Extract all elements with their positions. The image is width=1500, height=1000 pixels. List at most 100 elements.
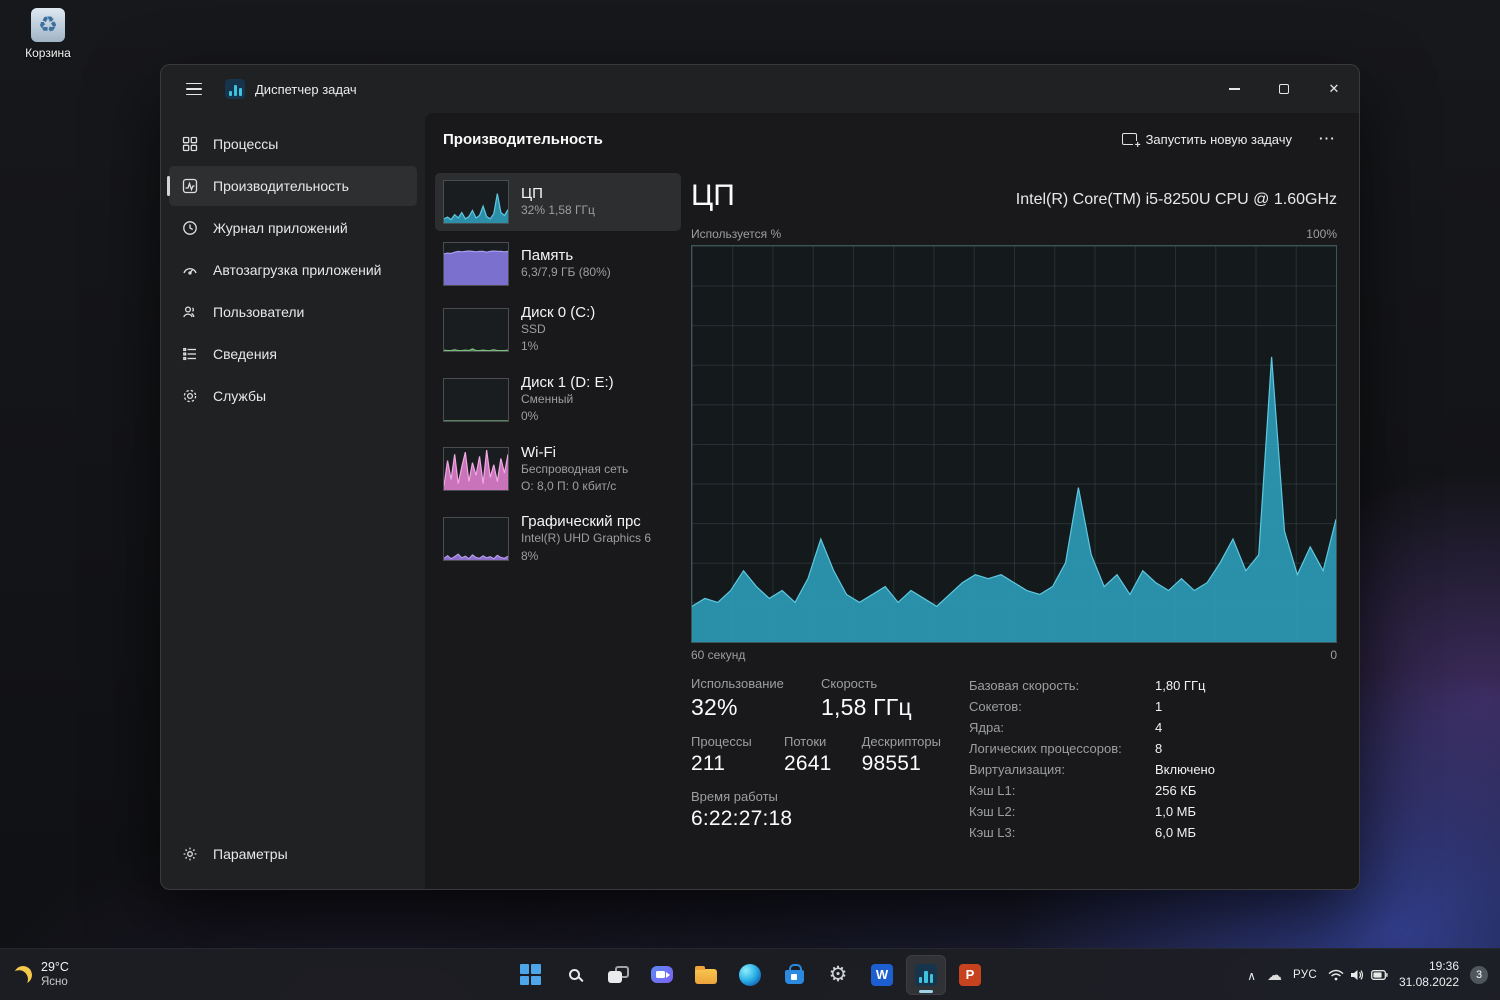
word-icon: W [871, 963, 893, 986]
detail-label: Кэш L2: [969, 804, 1016, 819]
settings-gear-icon [181, 846, 199, 862]
cpu-detail-panel: ЦП Intel(R) Core(TM) i5-8250U CPU @ 1.60… [687, 165, 1359, 889]
wifi-mini-chart [443, 447, 509, 492]
handles-label: Дескрипторы [861, 734, 941, 749]
task-view-button[interactable] [598, 955, 638, 995]
store-icon [784, 964, 804, 984]
perf-item-wifi[interactable]: Wi-Fi Беспроводная сеть О: 8,0 П: 0 кбит… [435, 437, 681, 503]
sidebar-item-label: Журнал приложений [213, 220, 348, 236]
processes-label: Процессы [691, 734, 752, 749]
sidebar-item-label: Процессы [213, 136, 279, 152]
run-new-task-button[interactable]: Запустить новую задачу [1112, 125, 1302, 154]
hamburger-menu-button[interactable] [177, 72, 211, 106]
sidebar-item-processes[interactable]: Процессы [169, 124, 417, 164]
window-title: Диспетчер задач [255, 81, 357, 97]
system-tray: ∧ ☁ РУС 19:36 31.08.2022 3 [1247, 949, 1500, 1000]
task-manager-window: Диспетчер задач ✕ Процессы Производитель… [160, 64, 1360, 890]
maximize-button[interactable] [1259, 65, 1309, 113]
perf-item-type: Беспроводная сеть [521, 461, 629, 476]
cpu-mini-chart [443, 180, 509, 224]
close-button[interactable]: ✕ [1309, 65, 1359, 113]
clock-widget[interactable]: 19:36 31.08.2022 [1399, 959, 1459, 990]
perf-item-gpu[interactable]: Графический прс Intel(R) UHD Graphics 6 … [435, 506, 681, 572]
recycle-bin[interactable]: ♻ Корзина [12, 8, 84, 60]
detail-value: 8 [1155, 741, 1163, 756]
task-manager-app-icon [225, 79, 245, 99]
detail-value: 1,80 ГГц [1155, 678, 1206, 693]
notification-badge[interactable]: 3 [1470, 965, 1488, 984]
chart-ymax-label: 100% [1306, 227, 1337, 241]
ellipsis-icon: ⋯ [1318, 129, 1335, 148]
powerpoint-button[interactable]: P [950, 955, 990, 995]
onedrive-cloud-icon[interactable]: ☁ [1267, 966, 1282, 984]
chart-ylabel: Используется % [691, 227, 782, 241]
weather-widget[interactable]: 29°C Ясно [0, 949, 83, 1000]
task-manager-taskbar-button[interactable] [906, 954, 946, 995]
windows-logo-icon [519, 964, 541, 985]
sidebar-item-settings[interactable]: Параметры [169, 834, 417, 874]
chat-button[interactable] [642, 955, 682, 995]
detail-label: Базовая скорость: [969, 678, 1080, 693]
perf-item-stats: 0% [521, 409, 539, 424]
recycle-bin-icon: ♻ [31, 8, 65, 42]
perf-item-title: ЦП [521, 184, 543, 202]
perf-item-title: Wi-Fi [521, 443, 556, 461]
task-view-icon [607, 966, 629, 983]
perf-item-type: Сменный [521, 391, 574, 406]
details-icon [181, 346, 199, 362]
detail-label: Кэш L3: [969, 825, 1016, 840]
page-title: Производительность [443, 130, 603, 148]
recycle-bin-label: Корзина [25, 46, 71, 60]
perf-item-stats: 6,3/7,9 ГБ (80%) [521, 264, 611, 279]
perf-item-disk1[interactable]: Диск 1 (D: E:) Сменный 0% [435, 367, 681, 433]
detail-label: Сокетов: [969, 699, 1022, 714]
chat-icon [651, 966, 673, 983]
detail-value: Включено [1155, 762, 1215, 777]
detail-value: 4 [1155, 720, 1163, 735]
search-icon [568, 969, 580, 980]
word-button[interactable]: W [862, 955, 902, 995]
file-explorer-button[interactable] [686, 955, 726, 995]
sidebar-item-label: Производительность [213, 178, 349, 194]
sidebar-item-services[interactable]: Службы [169, 376, 417, 416]
sidebar-item-performance[interactable]: Производительность [167, 166, 417, 206]
sidebar-item-label: Сведения [213, 346, 277, 362]
taskbar-center: ⚙ W P [510, 949, 990, 1000]
weather-condition: Ясно [41, 976, 68, 989]
edge-icon [739, 963, 761, 986]
sidebar-item-details[interactable]: Сведения [169, 334, 417, 374]
threads-value: 2641 [784, 752, 832, 775]
perf-item-memory[interactable]: Память 6,3/7,9 ГБ (80%) [435, 235, 681, 293]
sidebar-item-users[interactable]: Пользователи [169, 292, 417, 332]
start-button[interactable] [510, 955, 550, 995]
search-button[interactable] [554, 955, 594, 995]
perf-item-stats: О: 8,0 П: 0 кбит/с [521, 478, 617, 493]
store-button[interactable] [774, 955, 814, 995]
perf-item-title: Диск 1 (D: E:) [521, 373, 614, 391]
window-titlebar: Диспетчер задач ✕ [161, 65, 1359, 113]
chart-xmin-label: 60 секунд [691, 648, 746, 662]
detail-value: 256 КБ [1155, 783, 1197, 798]
minimize-icon [1228, 88, 1240, 90]
tray-status-icons[interactable] [1328, 969, 1388, 981]
maximize-icon [1279, 84, 1289, 94]
sidebar: Процессы Производительность Журнал прило… [161, 113, 425, 889]
detail-value: 1 [1155, 699, 1163, 714]
perf-item-disk0[interactable]: Диск 0 (C:) SSD 1% [435, 297, 681, 363]
cpu-stats: Использование 32% Скорость 1,58 ГГц Проц… [691, 676, 1337, 840]
sidebar-item-startup-apps[interactable]: Автозагрузка приложений [169, 250, 417, 290]
memory-mini-chart [443, 242, 509, 286]
weather-temp: 29°C [41, 959, 69, 974]
more-options-button[interactable]: ⋯ [1308, 125, 1345, 153]
sidebar-item-label: Параметры [213, 846, 288, 862]
language-indicator[interactable]: РУС [1293, 969, 1317, 981]
settings-button[interactable]: ⚙ [818, 955, 858, 995]
sidebar-item-app-history[interactable]: Журнал приложений [169, 208, 417, 248]
minimize-button[interactable] [1209, 65, 1259, 113]
speed-value: 1,58 ГГц [821, 694, 912, 720]
tray-expand-button[interactable]: ∧ [1247, 969, 1256, 983]
task-manager-icon [915, 963, 937, 986]
perf-item-stats: 32% 1,58 ГГц [521, 202, 595, 217]
edge-button[interactable] [730, 955, 770, 995]
perf-item-cpu[interactable]: ЦП 32% 1,58 ГГц [435, 173, 681, 231]
